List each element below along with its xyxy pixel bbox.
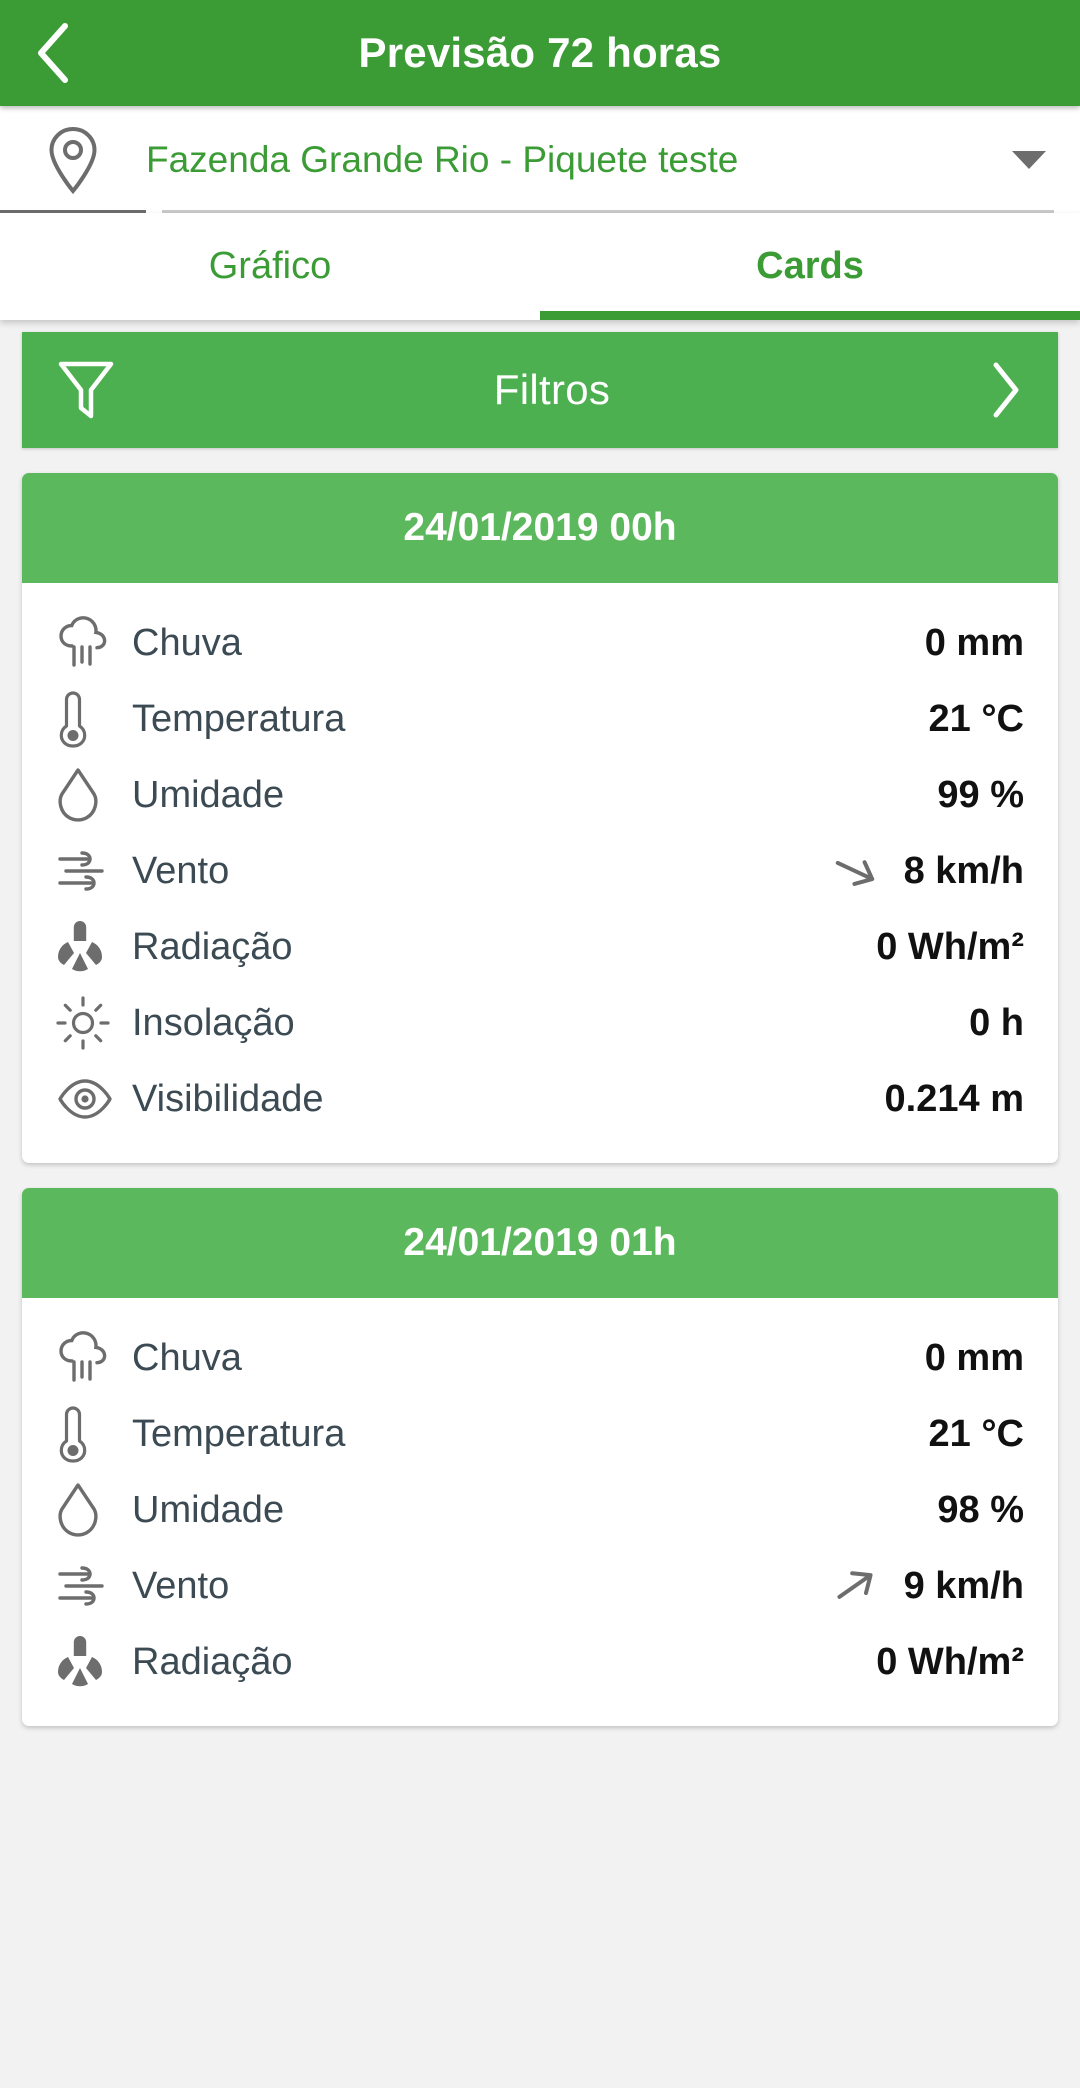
forecast-row-label: Insolação: [132, 1001, 295, 1044]
forecast-row-right: 0 mm: [925, 1337, 1024, 1380]
map-pin-icon: [0, 106, 146, 213]
forecast-row-value: 0 mm: [924, 621, 1024, 664]
filters-label: Filtros: [493, 366, 611, 413]
chevron-left-icon: [33, 22, 73, 84]
filters-bar[interactable]: Filtros: [22, 332, 1058, 448]
active-tab-indicator: [540, 311, 1080, 320]
droplet-icon: [56, 1482, 132, 1538]
view-mode-tabs: Gráfico Cards: [0, 213, 1080, 320]
radiation-icon: [56, 919, 132, 975]
location-value: Fazenda Grande Rio - Piquete teste: [146, 138, 739, 180]
forecast-card-body: Chuva 0 mm Temperatura 21 °C Umidade 99 % V…: [22, 583, 1058, 1163]
forecast-row-value: 0.214 m: [884, 1077, 1024, 1120]
forecast-row-label: Vento: [132, 1564, 230, 1607]
location-selector[interactable]: Fazenda Grande Rio - Piquete teste: [0, 106, 1080, 213]
app-bar: Previsão 72 horas: [0, 0, 1080, 106]
forecast-row: Visibilidade 0.214 m: [56, 1061, 1024, 1137]
forecast-row-right: 98 %: [937, 1489, 1024, 1532]
forecast-row-value: 21 °C: [928, 1412, 1024, 1455]
page-title: Previsão 72 horas: [358, 29, 722, 76]
forecast-row-value: 0 Wh/m²: [876, 1640, 1024, 1683]
app-screen: Previsão 72 horas Fazenda Grande Rio - P…: [0, 0, 1080, 2088]
sun-icon: [56, 996, 132, 1050]
wind-direction-arrow-icon: [828, 1559, 882, 1613]
thermometer-icon: [56, 1405, 132, 1463]
forecast-row-right: 0.214 m: [885, 1078, 1024, 1121]
forecast-row: Umidade 98 %: [56, 1472, 1024, 1548]
forecast-row-right: 99 %: [937, 774, 1024, 817]
tab-grafico-label: Gráfico: [208, 245, 332, 287]
forecast-row-label: Umidade: [132, 773, 285, 816]
tab-cards[interactable]: Cards: [540, 213, 1080, 320]
forecast-scroll-area[interactable]: Filtros 24/01/2019 00h Chuva 0 mm Tempera…: [0, 320, 1080, 2088]
forecast-row-value: 0 mm: [924, 1336, 1024, 1379]
forecast-row-right: 21 °C: [929, 698, 1024, 741]
forecast-row: Temperatura 21 °C: [56, 1396, 1024, 1472]
thermometer-icon: [56, 690, 132, 748]
forecast-row: Radiação 0 Wh/m²: [56, 909, 1024, 985]
wind-icon: [56, 1564, 132, 1608]
forecast-card: 24/01/2019 01h Chuva 0 mm Temperatura 21 °…: [22, 1188, 1058, 1726]
forecast-row-label: Radiação: [132, 925, 293, 968]
forecast-row-right: 8 km/h: [828, 844, 1024, 898]
forecast-cards-list: 24/01/2019 00h Chuva 0 mm Temperatura 21 °…: [22, 473, 1058, 1726]
forecast-row-value: 0 h: [969, 1001, 1024, 1044]
forecast-row-label: Vento: [132, 849, 230, 892]
forecast-row-value: 9 km/h: [903, 1564, 1024, 1607]
forecast-row-right: 9 km/h: [828, 1559, 1024, 1613]
forecast-row-label: Chuva: [132, 1336, 242, 1379]
forecast-row-label: Visibilidade: [132, 1077, 324, 1120]
tab-cards-label: Cards: [756, 245, 864, 287]
forecast-row: Vento 8 km/h: [56, 833, 1024, 909]
forecast-card-body: Chuva 0 mm Temperatura 21 °C Umidade 98 % V…: [22, 1298, 1058, 1726]
forecast-row: Temperatura 21 °C: [56, 681, 1024, 757]
forecast-row-value: 8 km/h: [903, 849, 1024, 892]
funnel-icon: [58, 359, 114, 421]
chevron-right-icon: [990, 361, 1022, 419]
rain-cloud-icon: [56, 616, 132, 670]
back-button[interactable]: [0, 0, 106, 106]
forecast-row: Insolação 0 h: [56, 985, 1024, 1061]
wind-icon: [56, 849, 132, 893]
caret-down-icon[interactable]: [1012, 150, 1046, 169]
location-field[interactable]: Fazenda Grande Rio - Piquete teste: [146, 106, 1080, 213]
forecast-row-right: 21 °C: [929, 1413, 1024, 1456]
forecast-row: Chuva 0 mm: [56, 605, 1024, 681]
forecast-row-right: 0 Wh/m²: [876, 926, 1024, 969]
forecast-row-value: 98 %: [937, 1488, 1024, 1531]
forecast-row: Umidade 99 %: [56, 757, 1024, 833]
forecast-card: 24/01/2019 00h Chuva 0 mm Temperatura 21 °…: [22, 473, 1058, 1163]
rain-cloud-icon: [56, 1331, 132, 1385]
forecast-row-label: Umidade: [132, 1488, 285, 1531]
forecast-card-title: 24/01/2019 01h: [22, 1188, 1058, 1298]
forecast-row: Chuva 0 mm: [56, 1320, 1024, 1396]
radiation-icon: [56, 1634, 132, 1690]
eye-icon: [56, 1078, 132, 1120]
tab-grafico[interactable]: Gráfico: [0, 213, 540, 320]
wind-direction-arrow-icon: [828, 844, 882, 898]
forecast-row-right: 0 Wh/m²: [876, 1641, 1024, 1684]
forecast-row-right: 0 h: [969, 1002, 1024, 1045]
forecast-row-label: Radiação: [132, 1640, 293, 1683]
forecast-row-label: Chuva: [132, 621, 242, 664]
droplet-icon: [56, 767, 132, 823]
forecast-row-value: 99 %: [937, 773, 1024, 816]
forecast-row-label: Temperatura: [132, 697, 346, 740]
forecast-row-label: Temperatura: [132, 1412, 346, 1455]
forecast-row-right: 0 mm: [925, 622, 1024, 665]
forecast-row: Radiação 0 Wh/m²: [56, 1624, 1024, 1700]
forecast-card-title: 24/01/2019 00h: [22, 473, 1058, 583]
forecast-row: Vento 9 km/h: [56, 1548, 1024, 1624]
forecast-row-value: 21 °C: [928, 697, 1024, 740]
forecast-row-value: 0 Wh/m²: [876, 925, 1024, 968]
